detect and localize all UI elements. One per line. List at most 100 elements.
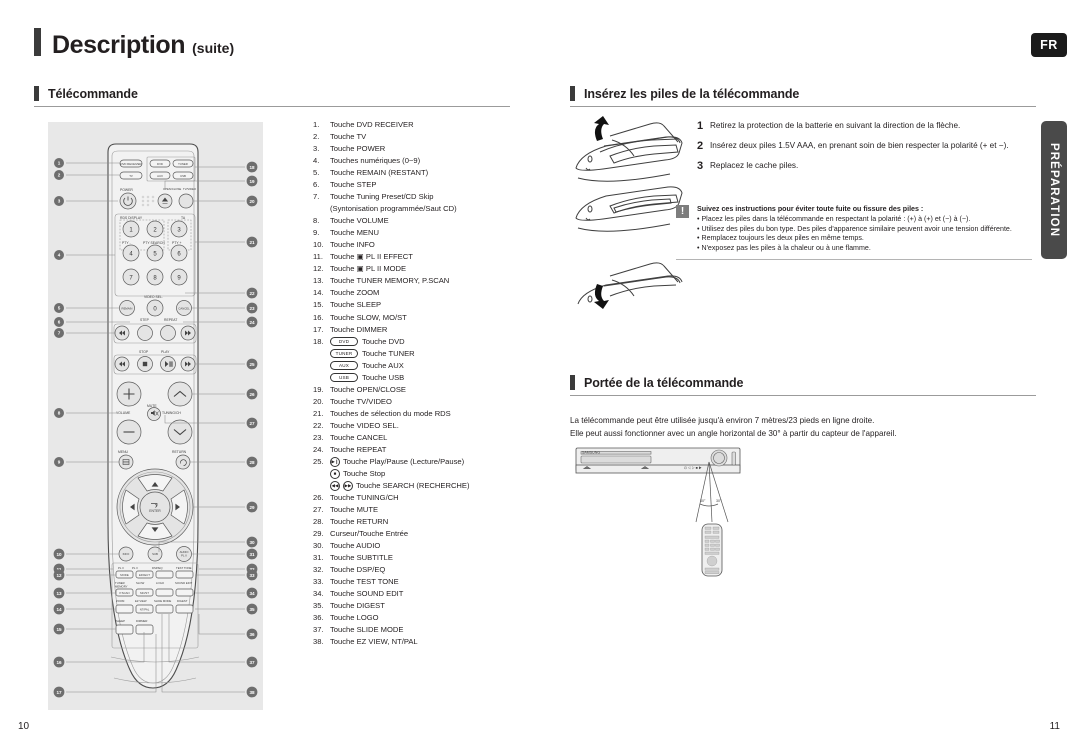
battery-step-text: Retirez la protection de la batterie en … [710, 121, 961, 130]
svg-text:34: 34 [249, 591, 255, 596]
list-item: 19. Touche OPEN/CLOSE [313, 384, 518, 396]
title-main: Description [52, 31, 186, 59]
list-item-text: Touche ZOOM [330, 288, 380, 298]
section-title-range: Portée de la télécommande [584, 375, 744, 390]
list-item-text: Touche TV/VIDEO [330, 396, 392, 406]
svg-text:12: 12 [56, 573, 62, 578]
svg-text:22: 22 [249, 291, 255, 296]
svg-text:DIMMER: DIMMER [136, 619, 147, 623]
svg-text:23: 23 [249, 306, 255, 311]
side-tab-label: PRÉPARATION [1048, 142, 1060, 238]
svg-text:RETURN: RETURN [172, 450, 187, 454]
svg-text:30: 30 [249, 540, 255, 545]
note-bullet: • Remplacez toujours les deux piles en m… [697, 234, 864, 243]
section-range: Portée de la télécommande [570, 375, 1036, 396]
list-item-number: 10. [313, 240, 324, 250]
battery-step: 1 Retirez la protection de la batterie en… [697, 120, 1037, 132]
svg-text:SAMSUNG: SAMSUNG [582, 451, 600, 455]
list-item-text: Touche STEP [330, 180, 377, 190]
list-item: 23. Touche CANCEL [313, 432, 518, 444]
list-item-text: Touche TUNER MEMORY, P.SCAN [330, 276, 450, 286]
svg-text:POWER: POWER [120, 188, 133, 192]
svg-text:PL II: PL II [132, 566, 138, 570]
svg-text:16: 16 [56, 660, 62, 665]
list-item-number: 21. [313, 408, 324, 418]
list-item-number: 5. [313, 168, 320, 178]
list-item-number: 25. [313, 456, 324, 466]
list-item: 17. Touche DIMMER [313, 324, 518, 336]
manual-page: Description (suite) FR PRÉPARATION Téléc… [0, 0, 1080, 753]
section-accent-bar [570, 375, 575, 390]
list-item-text: Touche DIGEST [330, 601, 385, 611]
svg-text:ENTER: ENTER [149, 509, 161, 513]
svg-text:VIDEO SEL.: VIDEO SEL. [144, 295, 163, 299]
list-item: 25. ▶❙ Touche Play/Pause (Lecture/Pause) [313, 456, 518, 468]
exclamation-icon: ! [676, 205, 689, 218]
list-item: 37. Touche SLIDE MODE [313, 624, 518, 636]
note-bullet: • Utilisez des piles du bon type. Des pi… [697, 224, 1012, 233]
svg-text:30°: 30° [716, 499, 722, 503]
svg-text:SLOW: SLOW [136, 581, 145, 585]
list-item-number: 35. [313, 601, 324, 611]
list-sub-text: Touche AUX [362, 360, 404, 370]
list-item: 7. Touche Tuning Preset/CD Skip [313, 191, 518, 203]
battery-steps: 1 Retirez la protection de la batterie en… [697, 120, 1037, 180]
svg-text:4: 4 [58, 253, 61, 258]
svg-text:24: 24 [249, 320, 255, 325]
list-item-number: 22. [313, 420, 324, 430]
page-number-right: 11 [1049, 721, 1060, 732]
list-item-number: 14. [313, 288, 324, 298]
list-item: 32. Touche DSP/EQ [313, 564, 518, 576]
list-sub-text: Touche Stop [343, 468, 386, 478]
list-item-number: 36. [313, 613, 324, 623]
list-item-text: Touche CANCEL [330, 432, 388, 442]
battery-step: 3 Replacez le cache piles. [697, 160, 1037, 172]
list-item-text: Touche DIMMER [330, 324, 388, 334]
title-suffix: (suite) [192, 40, 235, 56]
language-badge: FR [1031, 33, 1067, 57]
list-item-text: Touche TV [330, 132, 367, 142]
battery-step-text: Replacez le cache piles. [710, 161, 799, 170]
list-item: 38. Touche EZ VIEW, NT/PAL [313, 636, 518, 648]
list-sub-text: Touche TUNER [362, 348, 415, 358]
svg-text:3: 3 [58, 199, 61, 204]
svg-text:PL II: PL II [118, 566, 124, 570]
list-item: 12. Touche ▣ PL II MODE [313, 263, 518, 275]
list-item-number: 24. [313, 444, 324, 454]
list-item-number: 3. [313, 144, 320, 154]
svg-text:26: 26 [249, 392, 255, 397]
list-item-number: 15. [313, 300, 324, 310]
section-rule [34, 106, 510, 107]
list-item: 6. Touche STEP [313, 179, 518, 191]
list-item-text: Touches de sélection du mode RDS [330, 408, 451, 418]
note-rule [676, 259, 1032, 261]
list-item-text: Touche INFO [330, 240, 375, 250]
section-rule [570, 395, 1036, 396]
list-sub-text: Touche USB [362, 372, 405, 382]
section-title-batteries: Insérez les piles de la télécommande [584, 86, 800, 101]
list-item-text: Touche ▣ PL II EFFECT [330, 252, 413, 262]
list-item: 33. Touche TEST TONE [313, 576, 518, 588]
remote-control-diagram: .bdy{fill:#f2f2f2;stroke:#4d4d4d;stroke-… [53, 143, 258, 698]
note-bullet: • Placez les piles dans la télécommande … [697, 215, 971, 223]
svg-text:29: 29 [249, 505, 255, 510]
svg-text:21: 21 [249, 240, 255, 245]
search-fwd-icon: ▶▶ [343, 480, 353, 491]
svg-text:EZ VIEW: EZ VIEW [135, 599, 147, 603]
list-item-number: 9. [313, 228, 320, 238]
list-item-number: 28. [313, 517, 324, 527]
list-item-text: DVD Touche DVD [330, 336, 518, 348]
list-item: 22. Touche VIDEO SEL. [313, 420, 518, 432]
list-item: 8. Touche VOLUME [313, 215, 518, 227]
svg-text:DVD RECEIVER: DVD RECEIVER [121, 162, 142, 166]
list-item-text: Touche SLEEP [330, 300, 382, 310]
list-item: 21. Touches de sélection du mode RDS [313, 408, 518, 420]
list-item-text: Touche SLIDE MODE [330, 625, 404, 635]
svg-text:20: 20 [249, 199, 255, 204]
list-item: 14. Touche ZOOM [313, 287, 518, 299]
list-item-text: ▶❙ Touche Play/Pause (Lecture/Pause) [330, 456, 465, 467]
range-description: La télécommande peut être utilisée jusqu… [570, 415, 1040, 440]
note-bullet: • N'exposez pas les piles à la chaleur o… [697, 243, 871, 252]
list-sub-item: AUX Touche AUX [313, 360, 518, 372]
battery-step: 2 Insérez deux piles 1.5V AAA, en prenant… [697, 140, 1037, 152]
